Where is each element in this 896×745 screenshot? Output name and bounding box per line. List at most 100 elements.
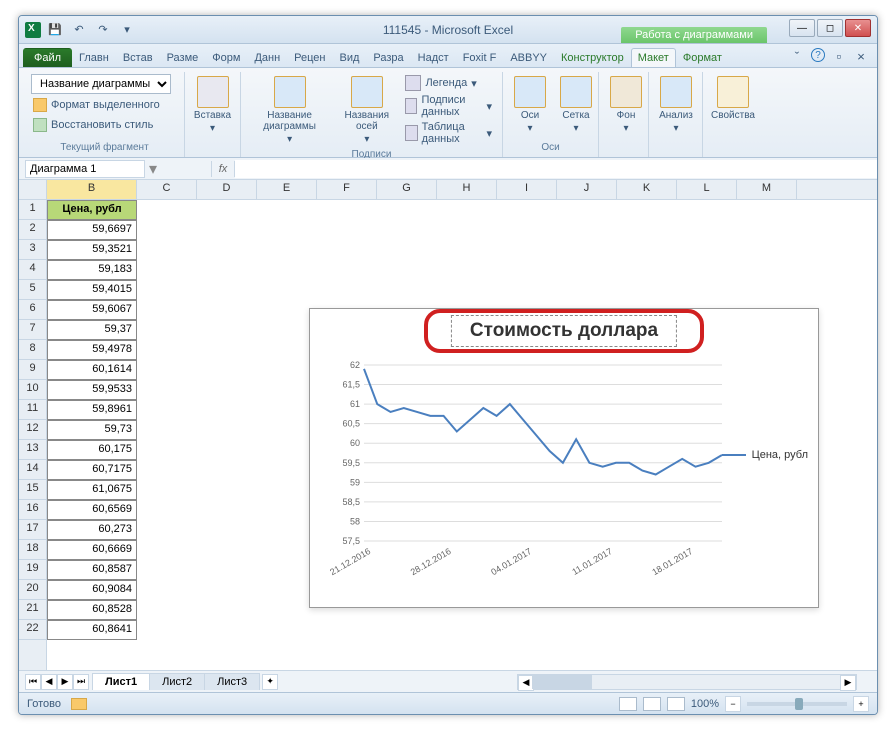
worksheet-grid[interactable]: BCDEFGHIJKLM 123456789101112131415161718…: [19, 180, 877, 670]
sheet-tab[interactable]: Лист2: [149, 673, 205, 690]
redo-button[interactable]: ↷: [93, 20, 113, 40]
chart-title[interactable]: Стоимость доллара: [451, 315, 677, 347]
undo-button[interactable]: ↶: [69, 20, 89, 40]
tab-встав[interactable]: Встав: [116, 48, 160, 67]
column-header[interactable]: C: [137, 180, 197, 199]
row-header[interactable]: 4: [19, 260, 46, 280]
tab-разме[interactable]: Разме: [160, 48, 206, 67]
cell[interactable]: 60,175: [47, 440, 137, 460]
row-header[interactable]: 5: [19, 280, 46, 300]
window-close-button[interactable]: ×: [853, 48, 869, 64]
column-header[interactable]: H: [437, 180, 497, 199]
tab-рецен[interactable]: Рецен: [287, 48, 332, 67]
gridlines-button[interactable]: Сетка▾: [555, 74, 597, 136]
cell[interactable]: 59,3521: [47, 240, 137, 260]
row-header[interactable]: 15: [19, 480, 46, 500]
tab-форм[interactable]: Форм: [205, 48, 247, 67]
row-header[interactable]: 6: [19, 300, 46, 320]
format-selection-button[interactable]: Формат выделенного: [31, 96, 162, 114]
tab-главн[interactable]: Главн: [72, 48, 116, 67]
tab-foxit f[interactable]: Foxit F: [456, 48, 504, 67]
row-header[interactable]: 20: [19, 580, 46, 600]
row-header[interactable]: 13: [19, 440, 46, 460]
row-header[interactable]: 17: [19, 520, 46, 540]
row-header[interactable]: 19: [19, 560, 46, 580]
fx-label[interactable]: fx: [211, 161, 235, 177]
data-labels-button[interactable]: Подписи данных ▾: [401, 93, 496, 119]
horizontal-scrollbar[interactable]: ◀ ▶: [517, 674, 857, 690]
axis-titles-button[interactable]: Названия осей▾: [336, 74, 397, 147]
column-header[interactable]: M: [737, 180, 797, 199]
row-header[interactable]: 16: [19, 500, 46, 520]
tab-file[interactable]: Файл: [23, 48, 72, 67]
chart-plot-area[interactable]: 57,55858,55959,56060,56161,56221.12.2016…: [328, 359, 728, 589]
minimize-button[interactable]: —: [789, 19, 815, 37]
cell[interactable]: 59,6067: [47, 300, 137, 320]
axes-button[interactable]: Оси▾: [509, 74, 551, 136]
save-button[interactable]: 💾: [45, 20, 65, 40]
chart-element-selector[interactable]: Название диаграммы: [31, 74, 171, 94]
sheet-nav-prev[interactable]: ◀: [41, 674, 57, 690]
name-box[interactable]: [25, 160, 145, 178]
close-button[interactable]: ✕: [845, 19, 871, 37]
properties-button[interactable]: Свойства: [709, 74, 757, 123]
cell[interactable]: 59,8961: [47, 400, 137, 420]
cell[interactable]: 59,4978: [47, 340, 137, 360]
cell[interactable]: 60,8641: [47, 620, 137, 640]
column-header[interactable]: I: [497, 180, 557, 199]
zoom-in-button[interactable]: +: [853, 696, 869, 712]
column-header[interactable]: F: [317, 180, 377, 199]
view-page-layout-button[interactable]: [643, 697, 661, 711]
tab-надст[interactable]: Надст: [411, 48, 456, 67]
cell[interactable]: 60,7175: [47, 460, 137, 480]
row-header[interactable]: 10: [19, 380, 46, 400]
view-page-break-button[interactable]: [667, 697, 685, 711]
tab-разра[interactable]: Разра: [366, 48, 410, 67]
column-header[interactable]: D: [197, 180, 257, 199]
cell[interactable]: 59,6697: [47, 220, 137, 240]
column-header[interactable]: G: [377, 180, 437, 199]
chart-legend[interactable]: Цена, рубл: [722, 449, 808, 461]
tab-данн[interactable]: Данн: [247, 48, 287, 67]
legend-button[interactable]: Легенда ▾: [401, 74, 496, 92]
sheet-nav-next[interactable]: ▶: [57, 674, 73, 690]
row-headers[interactable]: 12345678910111213141516171819202122: [19, 200, 47, 670]
row-header[interactable]: 18: [19, 540, 46, 560]
chart-title-button[interactable]: Название диаграммы▾: [247, 74, 332, 147]
data-table-button[interactable]: Таблица данных ▾: [401, 120, 496, 146]
tab-вид[interactable]: Вид: [333, 48, 367, 67]
maximize-button[interactable]: ◻: [817, 19, 843, 37]
cell[interactable]: 60,1614: [47, 360, 137, 380]
macro-record-icon[interactable]: [71, 698, 87, 710]
formula-input[interactable]: [235, 160, 877, 178]
row-header[interactable]: 2: [19, 220, 46, 240]
sheet-tab[interactable]: Лист3: [204, 673, 260, 690]
window-restore-button[interactable]: ▫: [831, 48, 847, 64]
row-header[interactable]: 9: [19, 360, 46, 380]
row-header[interactable]: 14: [19, 460, 46, 480]
column-header[interactable]: L: [677, 180, 737, 199]
zoom-out-button[interactable]: −: [725, 696, 741, 712]
new-sheet-button[interactable]: ✦: [262, 674, 278, 690]
row-header[interactable]: 7: [19, 320, 46, 340]
column-header[interactable]: E: [257, 180, 317, 199]
cell[interactable]: 59,73: [47, 420, 137, 440]
tab-abbyy[interactable]: ABBYY: [503, 48, 554, 67]
help-button[interactable]: ?: [811, 48, 825, 62]
sheet-tab[interactable]: Лист1: [92, 673, 150, 690]
cell[interactable]: 60,9084: [47, 580, 137, 600]
cell-header[interactable]: Цена, рубл: [47, 200, 137, 220]
row-header[interactable]: 3: [19, 240, 46, 260]
embedded-chart[interactable]: Стоимость доллара 57,55858,55959,56060,5…: [309, 308, 819, 608]
cell[interactable]: 60,6669: [47, 540, 137, 560]
tab-конструктор[interactable]: Конструктор: [554, 48, 631, 67]
cell[interactable]: 59,4015: [47, 280, 137, 300]
column-header[interactable]: J: [557, 180, 617, 199]
row-header[interactable]: 11: [19, 400, 46, 420]
insert-button[interactable]: Вставка▾: [191, 74, 234, 136]
cell[interactable]: 59,183: [47, 260, 137, 280]
background-button[interactable]: Фон▾: [605, 74, 647, 136]
cell[interactable]: 61,0675: [47, 480, 137, 500]
row-header[interactable]: 1: [19, 200, 46, 220]
column-header[interactable]: B: [47, 180, 137, 199]
